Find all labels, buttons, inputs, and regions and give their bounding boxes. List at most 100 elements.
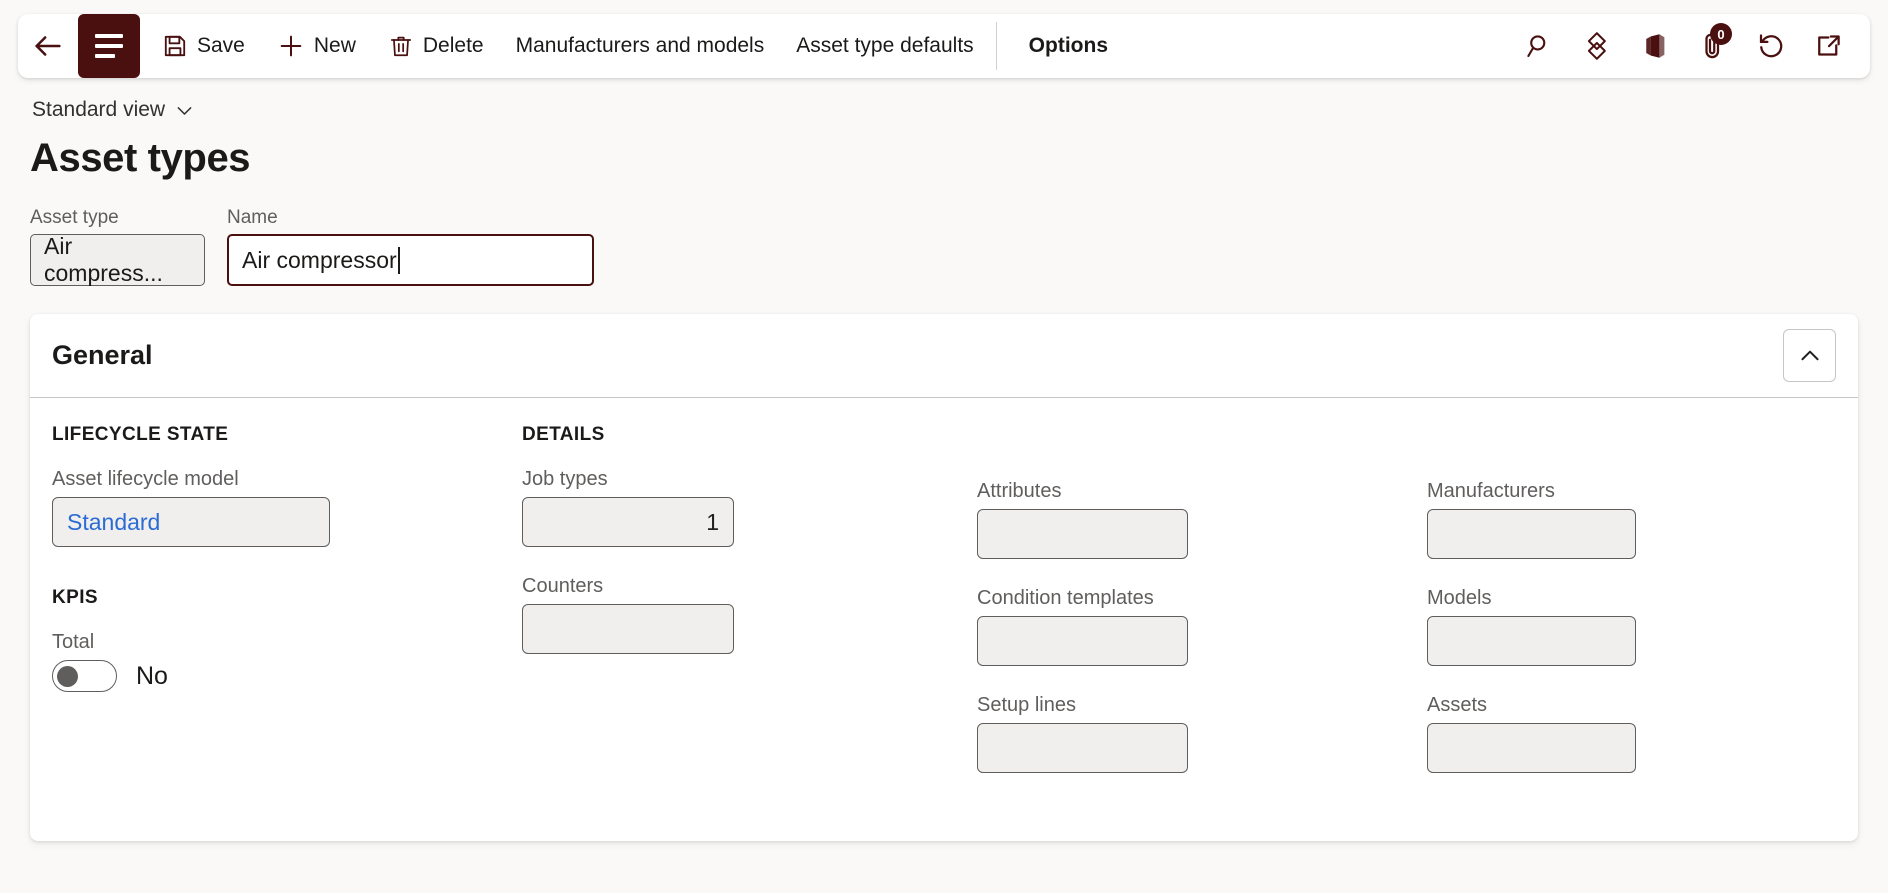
floppy-disk-icon	[162, 33, 188, 59]
total-toggle-row: No	[52, 660, 498, 692]
asset-type-defaults-button[interactable]: Asset type defaults	[780, 14, 989, 78]
general-panel-title: General	[52, 340, 153, 370]
condition-templates-field: Condition templates	[977, 587, 1403, 666]
name-label: Name	[227, 207, 278, 228]
attributes-field: Attributes	[977, 480, 1403, 559]
asset-type-defaults-label: Asset type defaults	[796, 34, 974, 57]
total-label: Total	[52, 631, 95, 653]
trash-icon	[388, 33, 414, 59]
attachments-badge: 0	[1710, 23, 1732, 45]
counters-label: Counters	[522, 575, 604, 597]
details-heading: DETAILS	[522, 424, 605, 445]
column-attributes: Attributes Condition templates Setup lin…	[977, 424, 1427, 801]
models-field: Models	[1427, 587, 1783, 666]
asset-lifecycle-model-value[interactable]: Standard	[67, 509, 160, 536]
general-panel-collapse-button[interactable]	[1783, 329, 1836, 382]
column-details: DETAILS Job types 1 Counters	[522, 424, 977, 801]
asset-lifecycle-model-input[interactable]: Standard	[52, 497, 330, 547]
models-input[interactable]	[1427, 616, 1636, 666]
page-header: Standard view Asset types	[0, 78, 1888, 181]
command-bar-container: Save New Delete Manufacturers and models…	[0, 0, 1888, 78]
name-field-group: Name Air compressor	[227, 207, 594, 286]
condition-templates-label: Condition templates	[977, 587, 1154, 609]
column-spacer	[977, 424, 1403, 480]
kpis-heading: KPIS	[52, 587, 98, 608]
manufacturers-and-models-label: Manufacturers and models	[515, 34, 765, 57]
refresh-icon	[1756, 31, 1786, 61]
asset-type-label: Asset type	[30, 207, 119, 228]
page-title: Asset types	[30, 136, 251, 180]
refresh-button[interactable]	[1742, 14, 1800, 78]
chevron-down-icon	[174, 100, 195, 121]
copilot-button[interactable]	[1568, 14, 1626, 78]
search-icon	[1524, 31, 1554, 61]
name-input[interactable]: Air compressor	[227, 234, 594, 286]
total-toggle[interactable]	[52, 660, 117, 692]
save-label: Save	[197, 34, 245, 57]
job-types-value: 1	[706, 508, 719, 535]
setup-lines-input[interactable]	[977, 723, 1188, 773]
asset-type-input[interactable]: Air compress...	[30, 233, 205, 286]
search-button[interactable]	[1510, 14, 1568, 78]
attributes-label: Attributes	[977, 480, 1062, 502]
manufacturers-and-models-button[interactable]: Manufacturers and models	[500, 14, 781, 78]
text-cursor	[397, 246, 400, 274]
general-panel-header: General	[30, 314, 1858, 398]
delete-button[interactable]: Delete	[372, 14, 500, 78]
column-spacer-2	[1427, 424, 1783, 480]
counters-field: Counters	[522, 575, 953, 654]
header-fields: Asset type Air compress... Name Air comp…	[0, 181, 1888, 286]
setup-lines-label: Setup lines	[977, 694, 1076, 716]
general-panel-body: LIFECYCLE STATE Asset lifecycle model St…	[30, 398, 1858, 841]
asset-type-field-group: Asset type Air compress...	[30, 207, 205, 286]
hamburger-line-2	[95, 44, 123, 48]
hamburger-menu-icon	[95, 34, 123, 38]
toolbar-divider	[995, 22, 997, 70]
name-value: Air compressor	[242, 246, 397, 273]
column-manufacturers: Manufacturers Models Assets	[1427, 424, 1807, 801]
back-button[interactable]	[18, 14, 78, 78]
options-label: Options	[1028, 34, 1108, 57]
asset-type-value: Air compress...	[44, 233, 163, 286]
toggle-knob	[57, 665, 78, 687]
models-label: Models	[1427, 587, 1492, 609]
plus-icon	[277, 32, 305, 60]
asset-lifecycle-model-field: Asset lifecycle model Standard	[52, 468, 498, 547]
setup-lines-field: Setup lines	[977, 694, 1403, 773]
new-label: New	[313, 34, 356, 57]
condition-templates-input[interactable]	[977, 616, 1188, 666]
view-selector-label: Standard view	[32, 98, 166, 121]
open-in-new-window-button[interactable]	[1800, 14, 1858, 78]
delete-label: Delete	[422, 34, 484, 57]
copilot-diamond-icon	[1582, 31, 1612, 61]
manufacturers-field: Manufacturers	[1427, 480, 1783, 559]
total-field: Total No	[52, 631, 498, 692]
general-panel: General LIFECYCLE STATE Asset lifecycle …	[30, 314, 1858, 841]
counters-input[interactable]	[522, 604, 734, 654]
attributes-input[interactable]	[977, 509, 1188, 559]
view-selector[interactable]: Standard view	[30, 96, 197, 124]
attachments-button[interactable]: 0	[1684, 14, 1742, 78]
total-toggle-value: No	[136, 661, 168, 690]
hamburger-menu-button[interactable]	[78, 14, 140, 78]
manufacturers-label: Manufacturers	[1427, 480, 1555, 502]
assets-field: Assets	[1427, 694, 1783, 773]
manufacturers-input[interactable]	[1427, 509, 1636, 559]
job-types-field: Job types 1	[522, 468, 953, 547]
command-bar: Save New Delete Manufacturers and models…	[18, 14, 1870, 78]
save-button[interactable]: Save	[140, 14, 261, 78]
column-lifecycle: LIFECYCLE STATE Asset lifecycle model St…	[52, 424, 522, 801]
new-button[interactable]: New	[261, 14, 372, 78]
office-panel-icon	[1640, 31, 1670, 61]
job-types-label: Job types	[522, 468, 608, 490]
toolbar-icon-group: 0	[1510, 14, 1870, 78]
assets-input[interactable]	[1427, 723, 1636, 773]
assets-label: Assets	[1427, 694, 1488, 716]
asset-lifecycle-model-label: Asset lifecycle model	[52, 468, 239, 490]
options-button[interactable]: Options	[1003, 14, 1134, 78]
job-types-input[interactable]: 1	[522, 497, 734, 547]
lifecycle-state-heading: LIFECYCLE STATE	[52, 424, 229, 445]
hamburger-line-3	[95, 54, 115, 58]
office-panel-button[interactable]	[1626, 14, 1684, 78]
chevron-up-icon	[1797, 343, 1823, 369]
